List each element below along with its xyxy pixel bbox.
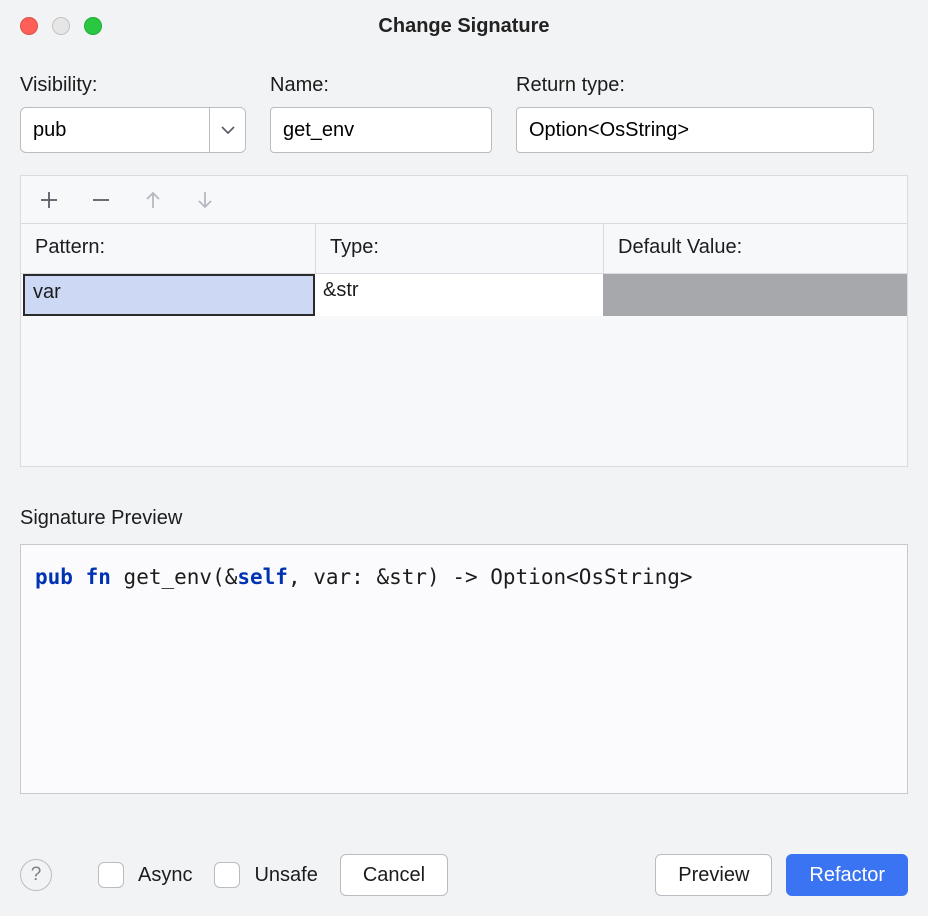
traffic-lights xyxy=(20,17,102,35)
bottom-bar: ? Async Unsafe Cancel Preview Refactor xyxy=(20,854,908,896)
preview-amp: & xyxy=(225,565,238,589)
async-label: Async xyxy=(138,864,192,887)
preview-button[interactable]: Preview xyxy=(655,854,772,896)
help-button[interactable]: ? xyxy=(20,859,52,891)
preview-name: get_env xyxy=(124,565,213,589)
dialog-title: Change Signature xyxy=(0,15,928,38)
parameters-panel: Pattern: Type: Default Value: var &str xyxy=(20,175,908,467)
preview-rest: , var: &str) -> Option<OsString> xyxy=(288,565,693,589)
async-checkbox[interactable] xyxy=(98,862,124,888)
return-type-field: Return type: xyxy=(516,74,874,153)
visibility-field: Visibility: xyxy=(20,74,246,153)
refactor-button[interactable]: Refactor xyxy=(786,854,908,896)
change-signature-dialog: Change Signature Visibility: Name: xyxy=(0,0,928,916)
header-default: Default Value: xyxy=(603,224,907,273)
top-fields: Visibility: Name: Return type: xyxy=(20,74,908,153)
table-row[interactable]: var &str xyxy=(21,274,907,316)
parameters-header: Pattern: Type: Default Value: xyxy=(21,224,907,274)
chevron-down-icon xyxy=(221,126,235,135)
unsafe-label: Unsafe xyxy=(254,864,317,887)
move-down-button xyxy=(193,188,217,212)
return-type-label: Return type: xyxy=(516,74,874,97)
preview-label-btn: Preview xyxy=(678,864,749,887)
refactor-label: Refactor xyxy=(809,864,885,887)
question-icon: ? xyxy=(31,864,42,886)
add-parameter-button[interactable] xyxy=(37,188,61,212)
dialog-content: Visibility: Name: Return type: xyxy=(0,52,928,794)
arrow-down-icon xyxy=(195,189,215,211)
move-up-button xyxy=(141,188,165,212)
remove-parameter-button[interactable] xyxy=(89,188,113,212)
cancel-button[interactable]: Cancel xyxy=(340,854,448,896)
cancel-label: Cancel xyxy=(363,864,425,887)
kw-self: self xyxy=(237,565,288,589)
close-window-button[interactable] xyxy=(20,17,38,35)
name-field: Name: xyxy=(270,74,492,153)
visibility-label: Visibility: xyxy=(20,74,246,97)
signature-preview-label: Signature Preview xyxy=(20,507,908,530)
param-default-cell[interactable] xyxy=(603,274,907,316)
name-input[interactable] xyxy=(270,107,492,153)
name-label: Name: xyxy=(270,74,492,97)
param-pattern-cell[interactable]: var xyxy=(23,274,315,316)
unsafe-checkbox[interactable] xyxy=(214,862,240,888)
preview-lparen: ( xyxy=(212,565,225,589)
zoom-window-button[interactable] xyxy=(84,17,102,35)
signature-preview: pub fn get_env(&self, var: &str) -> Opti… xyxy=(20,544,908,794)
visibility-dropdown-button[interactable] xyxy=(209,108,245,152)
minimize-window-button[interactable] xyxy=(52,17,70,35)
arrow-up-icon xyxy=(143,189,163,211)
kw-pub: pub xyxy=(35,565,73,589)
header-type: Type: xyxy=(315,224,603,273)
visibility-combo[interactable] xyxy=(20,107,246,153)
titlebar: Change Signature xyxy=(0,0,928,52)
kw-fn: fn xyxy=(86,565,111,589)
return-type-input[interactable] xyxy=(516,107,874,153)
param-type-cell[interactable]: &str xyxy=(315,274,603,316)
parameters-toolbar xyxy=(21,176,907,224)
plus-icon xyxy=(39,190,59,210)
header-pattern: Pattern: xyxy=(21,224,315,273)
visibility-input[interactable] xyxy=(21,108,209,152)
minus-icon xyxy=(91,190,111,210)
